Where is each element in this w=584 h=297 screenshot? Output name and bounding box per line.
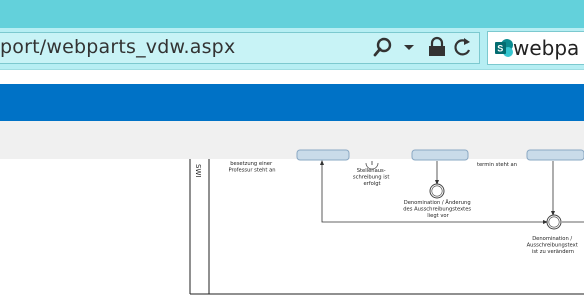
sharepoint-icon: S: [495, 39, 513, 57]
address-url-text[interactable]: port/webparts_vdw.aspx: [0, 36, 235, 58]
arrow-head-icon: [543, 220, 548, 224]
event-label: Denomination / Ausschreibungstext ist zu…: [527, 236, 580, 255]
dropdown-arrow-icon[interactable]: [399, 36, 421, 58]
search-icon[interactable]: [373, 36, 395, 58]
event-label: Stellenaus- schreibung ist erfolgt: [353, 168, 391, 187]
event-label: besetzung einer Professur steht an: [228, 161, 275, 174]
lane-label: SWI: [194, 164, 202, 177]
arrow-head-icon: [320, 160, 324, 165]
event-label: termin steht an: [477, 162, 517, 168]
refresh-icon[interactable]: [451, 36, 473, 58]
sequence-flow: [321, 161, 545, 223]
lock-icon[interactable]: [426, 36, 448, 58]
intermediate-event-icon: [429, 183, 445, 199]
tab-title[interactable]: webpa: [513, 36, 579, 60]
arrow-head-icon: [435, 180, 439, 185]
event-circle-partial-icon: [365, 162, 379, 170]
browser-title-strip: [0, 0, 584, 28]
suite-bar: [0, 84, 584, 121]
arrow-head-icon: [551, 211, 555, 216]
event-label: Denomination / Änderung des Ausschreibun…: [403, 199, 473, 219]
intermediate-event-icon: [546, 214, 562, 230]
ribbon-area: [0, 121, 584, 159]
svg-text:S: S: [497, 44, 503, 54]
